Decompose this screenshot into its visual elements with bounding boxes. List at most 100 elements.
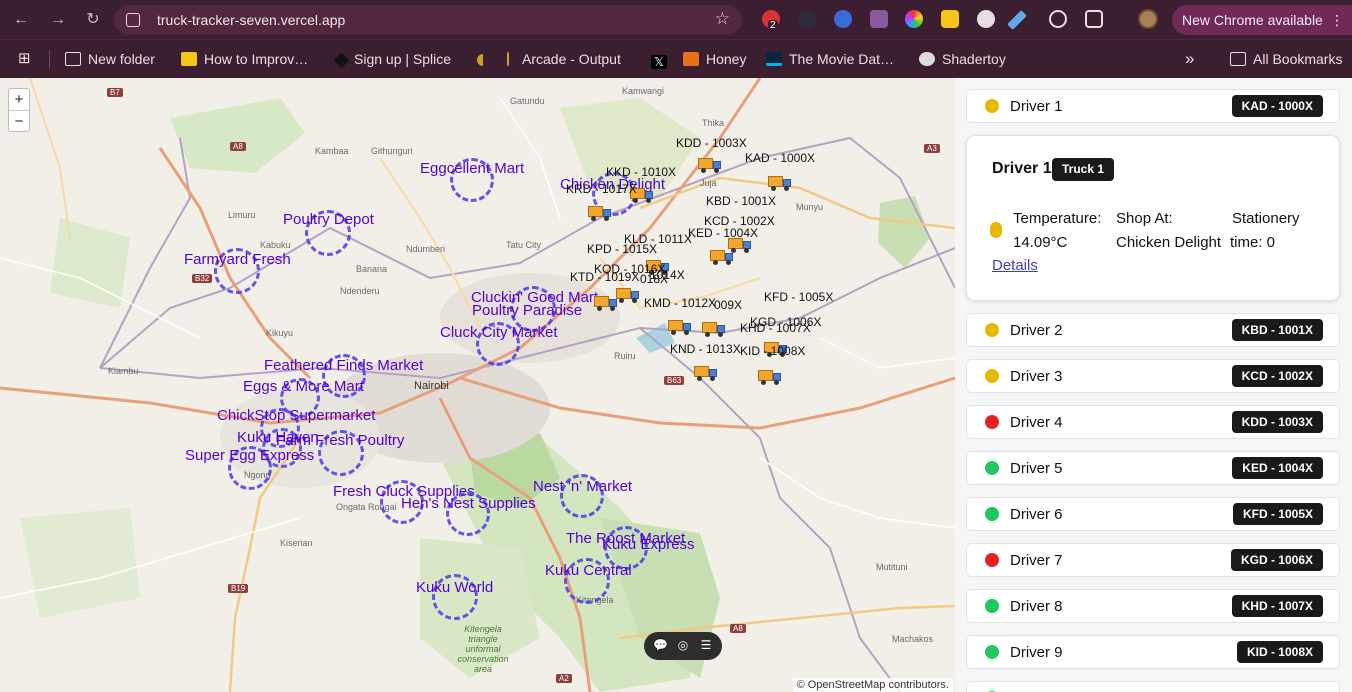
road-shield: B32 [192,274,213,283]
apps-grid-icon[interactable]: ⊞ [18,49,31,69]
place-label: Tatu City [506,240,542,250]
extensions-puzzle-icon[interactable] [1085,10,1103,28]
map-view[interactable]: Nairobi Thika Kiambu Ruiru Juja Ngong Ki… [0,78,955,692]
place-label: Ruiru [614,351,636,361]
extension-icon[interactable] [1049,10,1067,28]
bookmark-label: Shadertoy [942,51,1006,67]
shop-label[interactable]: Hen's Nest Supplies [401,495,536,512]
shop-label[interactable]: Farmyard Fresh [184,251,291,268]
chrome-update-button[interactable]: New Chrome available ⋮ [1172,5,1352,35]
truck-marker[interactable] [616,288,640,303]
shop-label[interactable]: Nest 'n' Market [533,478,632,495]
truck-marker[interactable] [668,320,692,335]
bookmark-item[interactable]: How to Improv… [181,49,308,69]
shop-label[interactable]: Eggs & More Mart [243,378,364,395]
shop-label[interactable]: Poultry Depot [283,211,374,228]
shop-label[interactable]: Super Egg Express [185,447,314,464]
site-info-icon[interactable] [126,13,140,27]
bookmark-item[interactable]: Shadertoy [919,49,1006,69]
eye-icon[interactable]: ◎ [676,638,690,652]
extension-icon[interactable] [834,10,852,28]
truck-label: 009X [714,298,743,312]
menu-icon[interactable]: ⋮ [1330,5,1344,35]
truck-marker[interactable] [702,322,726,337]
truck-marker[interactable] [768,176,792,191]
temperature-value: 14.09°C [1013,234,1068,251]
shop-label[interactable]: ChickStop Supermarket [217,407,375,424]
extension-badge: 2 [768,20,778,31]
bookmarks-overflow-icon[interactable]: » [1185,49,1194,69]
bookmark-item[interactable]: New folder [65,49,155,69]
place-label: Thika [702,118,725,128]
all-bookmarks-label: All Bookmarks [1253,51,1343,67]
all-bookmarks[interactable]: All Bookmarks [1230,49,1342,69]
extension-icon[interactable] [941,10,959,28]
folder-icon [1230,52,1246,66]
shop-label[interactable]: Kuku Express [602,536,695,553]
shop-label[interactable]: Poultry Paradise [472,302,582,319]
place-label: Mutituni [876,562,908,572]
extension-icon[interactable] [977,10,995,28]
extension-icon[interactable] [905,10,923,28]
shop-label[interactable]: Eggcellent Mart [420,160,524,177]
truck-marker[interactable] [710,250,734,265]
road-shield: A8 [730,624,746,633]
driver-row[interactable]: Driver 9 KID - 1008X [966,635,1340,669]
shop-label[interactable]: Feathered Finds Market [264,357,423,374]
bookmark-item[interactable] [477,49,496,69]
truck-marker[interactable] [694,366,718,381]
driver-row[interactable]: Driver 8 KHD - 1007X [966,589,1340,623]
driver-row[interactable]: Driver 3 KCD - 1002X [966,359,1340,393]
truck-marker[interactable] [758,370,782,385]
zoom-in-button[interactable]: + [9,89,29,110]
url-text[interactable]: truck-tracker-seven.vercel.app [157,12,345,28]
details-link[interactable]: Details [992,257,1038,274]
bookmark-item[interactable]: 𝕏 [651,49,674,69]
bookmark-item[interactable]: Arcade - Output [507,49,621,69]
extension-icon[interactable] [798,10,816,28]
update-label: New Chrome available [1182,12,1323,28]
zoom-out-button[interactable]: − [9,110,29,131]
favicon-icon [333,52,350,69]
extension-icon[interactable] [1007,10,1027,30]
truck-marker[interactable] [698,158,722,173]
bookmark-star-icon[interactable]: ☆ [715,9,730,29]
driver-row[interactable]: Driver 2 KBD - 1001X [966,313,1340,347]
comment-icon[interactable]: 💬 [653,638,668,652]
shop-label[interactable]: Kuku World [416,579,493,596]
back-icon[interactable]: ← [10,9,32,31]
address-bar[interactable]: truck-tracker-seven.vercel.app ☆ [114,5,742,35]
truck-marker[interactable] [594,296,618,311]
place-label: Juja [700,178,717,188]
driver-row[interactable]: Driver 4 KDD - 1003X [966,405,1340,439]
folder-icon [65,52,81,66]
driver-row[interactable]: Driver 1 KAD - 1000X [966,89,1340,123]
forward-icon[interactable]: → [47,9,69,31]
profile-avatar[interactable] [1138,9,1158,29]
plate-badge: KDD - 1003X [1231,411,1323,433]
road-shield: B63 [664,376,685,385]
status-dot [990,222,1002,238]
plate-badge: KED - 1004X [1232,457,1323,479]
truck-label: KTD - 1019X [570,270,640,284]
favicon-icon [919,52,935,66]
truck-marker[interactable] [588,206,612,221]
road-shield: B7 [107,88,123,97]
driver-row[interactable]: Driver 5 KED - 1004X [966,451,1340,485]
map-attribution[interactable]: © OpenStreetMap contributors. [792,678,953,692]
bookmark-item[interactable]: Sign up | Splice [333,49,452,69]
driver-row[interactable]: Driver 6 KFD - 1005X [966,497,1340,531]
driver-name: Driver 7 [1010,552,1063,569]
driver-row[interactable] [966,681,1340,692]
shop-label[interactable]: Cluck City Market [440,324,558,341]
favicon-icon [477,54,489,66]
driver-row[interactable]: Driver 7 KGD - 1006X [966,543,1340,577]
shop-label[interactable]: Kuku Central [545,562,632,579]
bookmark-item[interactable]: The Movie Dat… [766,49,894,69]
reload-icon[interactable]: ↻ [82,9,104,31]
bookmark-item[interactable]: Honey [683,49,746,69]
bookmark-label: Sign up | Splice [354,51,452,67]
menu-icon[interactable]: ☰ [699,638,713,652]
extension-icon[interactable] [870,10,888,28]
status-dot [985,461,999,475]
